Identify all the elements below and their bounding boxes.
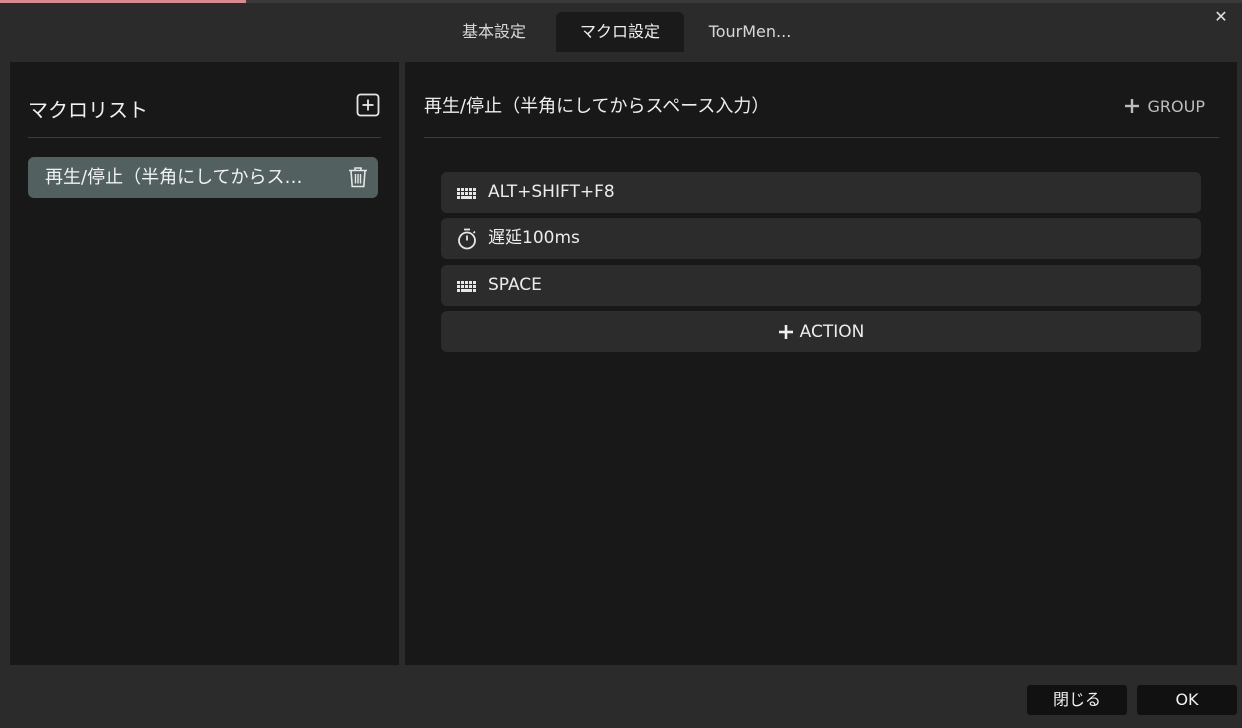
tab-macro-settings[interactable]: マクロ設定 <box>556 12 684 52</box>
top-strip <box>0 0 1242 3</box>
group-button-label: GROUP <box>1147 96 1205 116</box>
action-label: SPACE <box>488 275 542 295</box>
macro-list-title: マクロリスト <box>28 98 148 122</box>
plus-icon <box>778 324 793 339</box>
tab-basic-settings[interactable]: 基本設定 <box>436 12 552 52</box>
close-icon[interactable]: ✕ <box>1212 8 1230 26</box>
macro-list-item[interactable]: 再生/停止（半角にしてからス… <box>28 157 378 198</box>
add-action-label: ACTION <box>799 321 865 342</box>
macro-title: 再生/停止（半角にしてからスペース入力） <box>424 96 770 117</box>
divider <box>424 137 1219 138</box>
macro-detail-panel: 再生/停止（半角にしてからスペース入力） GROUP ALT+SHIFT+F8 <box>405 62 1237 665</box>
divider <box>28 137 381 138</box>
macro-item-label: 再生/停止（半角にしてからス… <box>45 167 303 188</box>
add-action-button[interactable]: ACTION <box>441 311 1201 352</box>
plus-icon <box>1124 99 1139 113</box>
tab-tourmenu[interactable]: TourMen... <box>690 12 810 52</box>
action-item[interactable]: 遅延100ms <box>441 218 1201 259</box>
add-group-button[interactable]: GROUP <box>1124 94 1205 118</box>
action-item[interactable]: SPACE <box>441 265 1201 306</box>
trash-icon[interactable] <box>346 165 370 189</box>
keyboard-icon <box>456 275 478 297</box>
tab-bar: 基本設定 マクロ設定 TourMen... <box>0 10 1242 52</box>
keyboard-icon <box>456 182 478 204</box>
top-strip-accent <box>0 0 246 3</box>
action-label: 遅延100ms <box>488 228 580 248</box>
action-label: ALT+SHIFT+F8 <box>488 182 615 202</box>
settings-dialog: 基本設定 マクロ設定 TourMen... ✕ マクロリスト 再生/停止（半角に… <box>0 0 1242 728</box>
stopwatch-icon <box>456 228 478 250</box>
close-button[interactable]: 閉じる <box>1027 685 1127 715</box>
macro-list-panel: マクロリスト 再生/停止（半角にしてからス… <box>10 62 399 665</box>
plus-square-icon[interactable] <box>356 93 380 117</box>
action-item[interactable]: ALT+SHIFT+F8 <box>441 172 1201 213</box>
ok-button[interactable]: OK <box>1137 685 1237 715</box>
